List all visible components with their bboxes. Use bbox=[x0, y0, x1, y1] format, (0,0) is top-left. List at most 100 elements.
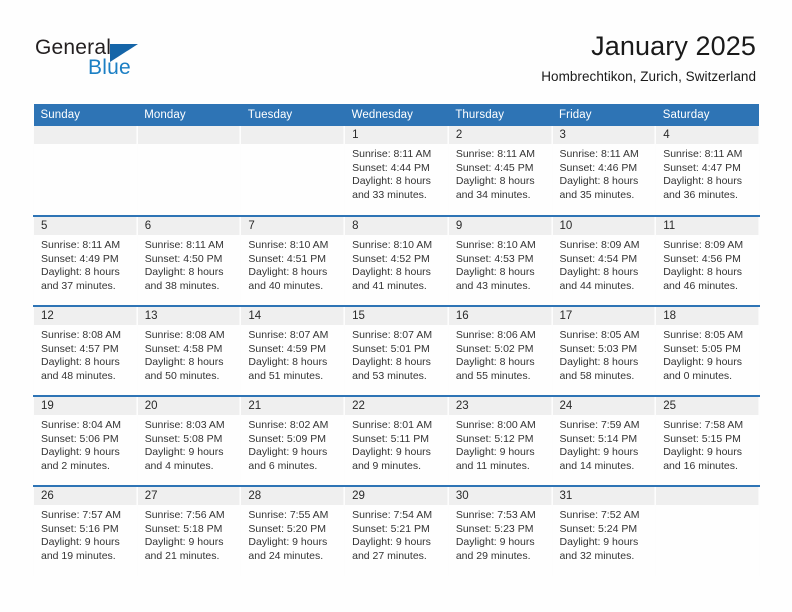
calendar-day-cell[interactable]: 15 Sunrise: 8:07 AM Sunset: 5:01 PM Dayligh… bbox=[344, 305, 449, 396]
day-details: Sunrise: 8:08 AM Sunset: 4:57 PM Daylight:… bbox=[34, 325, 137, 383]
sunrise-text: Sunrise: 8:05 AM bbox=[663, 329, 744, 341]
day-cell-inner: 21 Sunrise: 8:02 AM Sunset: 5:09 PM Dayligh… bbox=[241, 397, 345, 485]
day-details: Sunrise: 8:07 AM Sunset: 5:01 PM Daylight:… bbox=[345, 325, 448, 383]
day-number: 27 bbox=[137, 487, 241, 505]
calendar-day-cell[interactable]: 10 Sunrise: 8:09 AM Sunset: 4:54 PM Dayligh… bbox=[551, 215, 657, 306]
daylight-2-text: and 14 minutes. bbox=[559, 459, 635, 472]
day-cell-inner: 3 Sunrise: 8:11 AM Sunset: 4:46 PM Daylight… bbox=[552, 126, 656, 215]
calendar-day-cell[interactable]: 5 Sunrise: 8:11 AM Sunset: 4:49 PM Daylight… bbox=[33, 215, 138, 306]
daylight-2-text: and 29 minutes. bbox=[455, 549, 531, 562]
sunset-text: Sunset: 5:09 PM bbox=[248, 432, 327, 445]
daylight-2-text: and 27 minutes. bbox=[352, 549, 427, 562]
calendar-day-cell[interactable]: 14 Sunrise: 8:07 AM Sunset: 4:59 PM Dayligh… bbox=[240, 305, 346, 396]
daylight-1-text: Daylight: 9 hours bbox=[559, 446, 639, 458]
calendar-day-cell[interactable]: 2 Sunrise: 8:11 AM Sunset: 4:45 PM Daylight… bbox=[447, 126, 553, 216]
sunset-text: Sunset: 5:05 PM bbox=[663, 342, 741, 355]
calendar-header-row: Sunday Monday Tuesday Wednesday Thursday Frid… bbox=[33, 104, 760, 126]
calendar-week-row: 5 Sunrise: 8:11 AM Sunset: 4:49 PM Daylight… bbox=[33, 215, 760, 306]
daylight-2-text: and 34 minutes. bbox=[455, 188, 531, 201]
daylight-1-text: Daylight: 9 hours bbox=[663, 356, 743, 368]
daylight-1-text: Daylight: 9 hours bbox=[144, 446, 224, 458]
sunset-text: Sunset: 5:23 PM bbox=[455, 522, 534, 535]
daylight-2-text: and 55 minutes. bbox=[455, 369, 531, 382]
calendar-day-cell[interactable]: 8 Sunrise: 8:10 AM Sunset: 4:52 PM Daylight… bbox=[344, 215, 449, 306]
calendar-day-cell[interactable]: 31 Sunrise: 7:52 AM Sunset: 5:24 PM Dayligh… bbox=[551, 485, 657, 576]
calendar-day-cell[interactable]: 21 Sunrise: 8:02 AM Sunset: 5:09 PM Dayligh… bbox=[240, 395, 346, 486]
calendar-day-cell[interactable]: 28 Sunrise: 7:55 AM Sunset: 5:20 PM Dayligh… bbox=[240, 485, 346, 576]
weekday-header-thursday: Thursday bbox=[448, 104, 553, 126]
general-blue-logo[interactable]: General Blue bbox=[35, 36, 195, 86]
calendar-day-cell[interactable]: 12 Sunrise: 8:08 AM Sunset: 4:57 PM Dayligh… bbox=[33, 305, 138, 396]
day-number: 16 bbox=[448, 307, 552, 325]
day-number: 30 bbox=[448, 487, 552, 505]
sunrise-text: Sunrise: 8:11 AM bbox=[663, 148, 743, 160]
day-number: 11 bbox=[656, 217, 759, 235]
daylight-1-text: Daylight: 9 hours bbox=[248, 446, 328, 458]
daylight-2-text: and 11 minutes. bbox=[455, 459, 530, 472]
calendar-day-cell[interactable]: 7 Sunrise: 8:10 AM Sunset: 4:51 PM Daylight… bbox=[240, 215, 346, 306]
sunrise-text: Sunrise: 8:00 AM bbox=[455, 419, 536, 431]
calendar-day-cell[interactable]: 3 Sunrise: 8:11 AM Sunset: 4:46 PM Daylight… bbox=[551, 126, 657, 216]
daylight-2-text: and 2 minutes. bbox=[41, 459, 110, 472]
day-number: 28 bbox=[241, 487, 345, 505]
calendar-day-cell[interactable]: 9 Sunrise: 8:10 AM Sunset: 4:53 PM Daylight… bbox=[447, 215, 553, 306]
daylight-1-text: Daylight: 9 hours bbox=[559, 536, 639, 548]
calendar-day-cell[interactable]: 26 Sunrise: 7:57 AM Sunset: 5:16 PM Dayligh… bbox=[33, 485, 138, 576]
day-cell-inner: 16 Sunrise: 8:06 AM Sunset: 5:02 PM Dayligh… bbox=[448, 307, 552, 395]
day-details: Sunrise: 7:54 AM Sunset: 5:21 PM Daylight:… bbox=[345, 505, 448, 563]
day-cell-inner: 28 Sunrise: 7:55 AM Sunset: 5:20 PM Dayligh… bbox=[241, 487, 345, 576]
sunset-text: Sunset: 4:49 PM bbox=[41, 252, 119, 265]
daylight-1-text: Daylight: 9 hours bbox=[248, 536, 328, 548]
day-number: 23 bbox=[448, 397, 552, 415]
daylight-1-text: Daylight: 8 hours bbox=[248, 356, 328, 368]
calendar-day-cell[interactable]: 24 Sunrise: 7:59 AM Sunset: 5:14 PM Dayligh… bbox=[551, 395, 657, 486]
calendar-day-cell[interactable]: 20 Sunrise: 8:03 AM Sunset: 5:08 PM Dayligh… bbox=[136, 395, 242, 486]
weekday-header-saturday: Saturday bbox=[655, 104, 760, 126]
calendar-day-cell[interactable]: 30 Sunrise: 7:53 AM Sunset: 5:23 PM Dayligh… bbox=[447, 485, 553, 576]
sunrise-text: Sunrise: 8:11 AM bbox=[144, 239, 224, 251]
calendar-day-cell[interactable]: 13 Sunrise: 8:08 AM Sunset: 4:58 PM Dayligh… bbox=[136, 305, 242, 396]
day-cell-inner: 7 Sunrise: 8:10 AM Sunset: 4:51 PM Daylight… bbox=[241, 217, 345, 305]
calendar-day-cell[interactable]: 16 Sunrise: 8:06 AM Sunset: 5:02 PM Dayligh… bbox=[447, 305, 553, 396]
page-subtitle: Hombrechtikon, Zurich, Switzerland bbox=[541, 69, 756, 84]
day-details: Sunrise: 8:05 AM Sunset: 5:03 PM Daylight:… bbox=[553, 325, 656, 383]
calendar-day-cell[interactable]: 29 Sunrise: 7:54 AM Sunset: 5:21 PM Dayligh… bbox=[344, 485, 449, 576]
calendar-day-cell[interactable]: 1 Sunrise: 8:11 AM Sunset: 4:44 PM Daylight… bbox=[344, 126, 449, 216]
calendar-day-cell[interactable]: 17 Sunrise: 8:05 AM Sunset: 5:03 PM Dayligh… bbox=[551, 305, 657, 396]
calendar-day-cell[interactable]: 6 Sunrise: 8:11 AM Sunset: 4:50 PM Daylight… bbox=[136, 215, 242, 306]
daylight-1-text: Daylight: 8 hours bbox=[455, 266, 535, 278]
calendar-day-cell[interactable]: 11 Sunrise: 8:09 AM Sunset: 4:56 PM Dayligh… bbox=[655, 215, 760, 306]
sunset-text: Sunset: 5:02 PM bbox=[455, 342, 534, 355]
calendar-day-cell[interactable]: 25 Sunrise: 7:58 AM Sunset: 5:15 PM Dayligh… bbox=[655, 395, 760, 486]
calendar-day-cell[interactable]: 23 Sunrise: 8:00 AM Sunset: 5:12 PM Dayligh… bbox=[447, 395, 553, 486]
calendar-day-cell[interactable]: 19 Sunrise: 8:04 AM Sunset: 5:06 PM Dayligh… bbox=[33, 395, 138, 486]
day-cell-inner: 30 Sunrise: 7:53 AM Sunset: 5:23 PM Dayligh… bbox=[448, 487, 552, 576]
calendar-day-cell[interactable]: 4 Sunrise: 8:11 AM Sunset: 4:47 PM Daylight… bbox=[655, 126, 760, 216]
daylight-2-text: and 43 minutes. bbox=[455, 279, 531, 292]
day-number bbox=[656, 487, 759, 505]
day-number: 26 bbox=[34, 487, 137, 505]
sunset-text: Sunset: 5:08 PM bbox=[144, 432, 223, 445]
calendar-day-cell[interactable]: 18 Sunrise: 8:05 AM Sunset: 5:05 PM Dayligh… bbox=[655, 305, 760, 396]
calendar-day-cell[interactable]: 27 Sunrise: 7:56 AM Sunset: 5:18 PM Dayligh… bbox=[136, 485, 242, 576]
day-cell-inner bbox=[656, 487, 759, 576]
day-details: Sunrise: 7:52 AM Sunset: 5:24 PM Daylight:… bbox=[553, 505, 656, 563]
calendar-day-cell-empty bbox=[136, 126, 242, 216]
calendar-day-cell[interactable]: 22 Sunrise: 8:01 AM Sunset: 5:11 PM Dayligh… bbox=[344, 395, 449, 486]
sunset-text: Sunset: 5:18 PM bbox=[144, 522, 223, 535]
day-cell-inner: 14 Sunrise: 8:07 AM Sunset: 4:59 PM Dayligh… bbox=[241, 307, 345, 395]
weekday-header-sunday: Sunday bbox=[33, 104, 138, 126]
day-number: 12 bbox=[34, 307, 137, 325]
day-cell-inner: 29 Sunrise: 7:54 AM Sunset: 5:21 PM Dayligh… bbox=[345, 487, 448, 576]
daylight-1-text: Daylight: 8 hours bbox=[352, 266, 431, 278]
sunset-text: Sunset: 5:24 PM bbox=[559, 522, 638, 535]
day-details: Sunrise: 8:08 AM Sunset: 4:58 PM Daylight:… bbox=[138, 325, 241, 383]
calendar-week-row: 26 Sunrise: 7:57 AM Sunset: 5:16 PM Dayligh… bbox=[33, 485, 760, 576]
sunrise-text: Sunrise: 7:56 AM bbox=[144, 509, 225, 521]
day-details: Sunrise: 8:11 AM Sunset: 4:47 PM Daylight:… bbox=[656, 144, 759, 202]
day-number: 6 bbox=[137, 217, 241, 235]
sunrise-text: Sunrise: 7:57 AM bbox=[41, 509, 121, 521]
sunrise-text: Sunrise: 7:55 AM bbox=[248, 509, 329, 521]
daylight-2-text: and 16 minutes. bbox=[663, 459, 738, 472]
daylight-2-text: and 6 minutes. bbox=[248, 459, 318, 472]
